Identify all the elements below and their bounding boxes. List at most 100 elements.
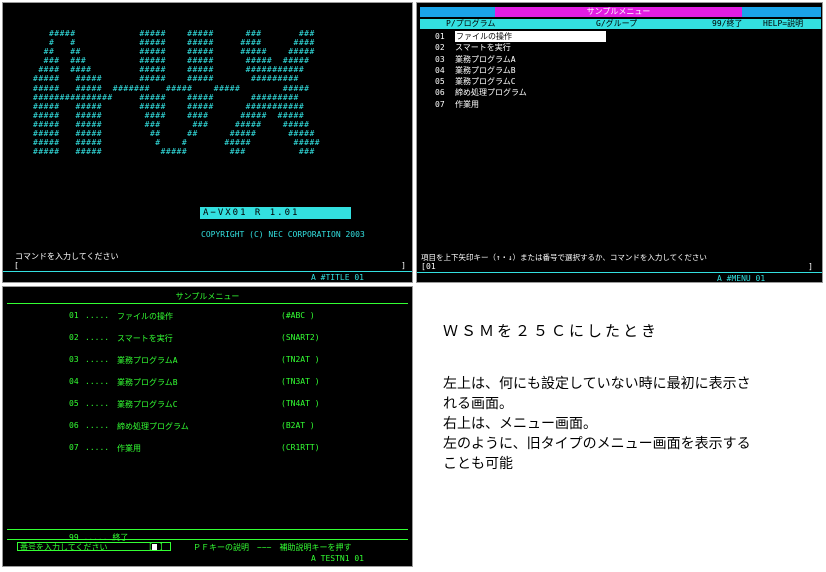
legacy-item-dots: ..... [85,421,110,430]
menu-title-bar: サンプルメニュー [420,7,821,17]
logo-line: ## ## ##### ##### ##### ##### [33,47,315,57]
menu-item[interactable]: 01 ファイルの操作 [435,31,606,43]
legacy-item-label: 作業用 [117,444,141,453]
menu-item-label: スマートを実行 [455,43,511,53]
note-body: 左上は、何にも設定していない時に最初に表示さ れる画面。 右上は、メニュー画面。 左の… [443,374,813,474]
legacy-menu-title: サンプルメニュー [175,292,240,301]
menu-item-label: 締め処理プログラム [455,88,527,98]
number-input-label: 番号を入力してください [20,543,108,552]
number-input-field[interactable]: 番号を入力してください [ ] [17,542,171,552]
title-divider [7,303,408,304]
legacy-item-label: 業務プログラムA [117,356,178,365]
legacy-item-label: ファイルの操作 [117,312,173,321]
logo-line: ##### ##### #### #### ##### ##### [33,110,305,120]
logo-line: ##### ##### ##### ### ### [33,29,315,38]
command-input-line[interactable]: [ ] [14,261,406,271]
status-divider [3,271,412,272]
legacy-item-dots: ..... [85,333,110,342]
header-program[interactable]: P/プログラム [446,19,495,29]
menu-item-number: 03 [435,54,445,64]
logo-line: ### ### ##### ##### ##### ##### [33,56,310,66]
cursor [152,544,157,550]
menu-item-label: ファイルの操作 [455,31,606,43]
menu-item[interactable]: 03 業務プログラムA [435,54,606,65]
exit-divider-top [7,529,408,530]
logo-line: ##### ##### ####### ##### ##### ##### [33,83,310,93]
menu-item[interactable]: 06 締め処理プログラム [435,87,606,98]
legacy-item-number: 06 [69,421,79,430]
legacy-item-dots: ..... [85,355,110,364]
legacy-menu-item[interactable]: 03..... 業務プログラムA (TN2AT ) [69,355,320,377]
menu-item-number: 02 [435,43,445,53]
menu-item[interactable]: 05 業務プログラムC [435,76,606,87]
command-input-left-bracket: [ [14,261,19,270]
legacy-item-code: (CR1RTT) [281,443,320,452]
legacy-item-label: 締め処理プログラム [117,422,189,431]
pf-key-hint: ＰＦキーの説明 −−− 補助説明キーを押す [193,543,352,552]
menu-item-number: 04 [435,65,445,75]
legacy-item-number: 02 [69,333,79,342]
logo-line: ##### ##### ### ### ##### ##### [33,119,310,129]
legacy-item-number: 05 [69,399,79,408]
legacy-item-dots: ..... [85,377,110,386]
legacy-menu-list: 01..... ファイルの操作 (#ABC ) 02..... スマートを実行 (SNAR… [69,311,320,465]
logo-line: # # ##### ##### #### #### [33,38,315,48]
note-line: ことも可能 [443,456,513,472]
logo-line: #### #### ##### ##### ########### [33,65,305,75]
header-group[interactable]: G/グループ [596,19,637,29]
menu-item-number: 05 [435,77,445,87]
menu-item-number: 07 [435,99,445,109]
header-help[interactable]: HELP=説明 [763,19,803,29]
version-banner: A−VX01 R 1.01 [200,207,351,219]
status-divider [417,272,822,273]
logo-line: ############### ##### ##### ######### [33,92,299,102]
menu-input-right-bracket: ] [808,262,813,271]
legacy-item-number: 04 [69,377,79,386]
legacy-menu-item[interactable]: 04..... 業務プログラムB (TN3AT ) [69,377,320,399]
note-line: 左上は、何にも設定していない時に最初に表示さ [443,376,751,392]
menu-title: サンプルメニュー [495,7,742,17]
legacy-menu-screen: サンプルメニュー 01..... ファイルの操作 (#ABC ) 02..... スマー… [2,286,413,567]
legacy-item-code: (TN3AT ) [281,377,320,386]
legacy-item-number: 01 [69,311,79,320]
header-exit[interactable]: 99/終了 [712,19,742,29]
menu-header-bar: P/プログラム G/グループ 99/終了 HELP=説明 [420,19,821,29]
legacy-menu-item[interactable]: 01..... ファイルの操作 (#ABC ) [69,311,315,333]
legacy-menu-item[interactable]: 06..... 締め処理プログラム (B2AT ) [69,421,315,443]
logo-line: ##### ##### ## ## ##### ##### [33,129,315,139]
legacy-item-number: 07 [69,443,79,452]
logo-line: ##### ##### # # ##### ##### [33,138,321,148]
legacy-item-dots: ..... [85,443,110,452]
legacy-item-dots: ..... [85,399,110,408]
legacy-item-code: (TN2AT ) [281,355,320,364]
logo-line: ##### ##### ##### ##### ########### [33,101,305,111]
note-line: 右上は、メニュー画面。 [443,416,597,432]
number-input-right-bracket: ] [159,542,164,551]
menu-item[interactable]: 02 スマートを実行 [435,42,606,53]
menu-input-line[interactable]: [ 01 ] [421,262,813,272]
menu-item[interactable]: 04 業務プログラムB [435,65,606,76]
legacy-item-code: (B2AT ) [281,421,315,430]
menu-item-label: 業務プログラムA [455,54,516,64]
legacy-item-label: 業務プログラムB [117,378,178,387]
command-input-right-bracket: ] [401,261,406,270]
menu-item-label: 業務プログラムC [455,77,516,87]
menu-item-label: 業務プログラムB [455,65,516,75]
copyright-text: COPYRIGHT (C) NEC CORPORATION 2003 [201,230,365,239]
menu-item-number: 01 [435,32,445,41]
menu-list: 01 ファイルの操作 02 スマートを実行 03 業務プログラムA 04 業務プログラムB 05… [435,31,606,110]
menu-screen: サンプルメニュー P/プログラム G/グループ 99/終了 HELP=説明 01… [416,2,823,283]
logo-line: ##### ##### ##### ### ### [33,147,315,157]
avx-ascii-logo: ##### ##### ##### ### ### # # ##### ####… [33,29,320,156]
exit-divider-bottom [7,539,408,540]
legacy-item-code: (SNART2) [281,333,320,342]
legacy-menu-item[interactable]: 02..... スマートを実行 (SNART2) [69,333,320,355]
logo-line: ##### ##### ##### ##### ######### [33,74,299,84]
menu-input-value[interactable]: 01 [426,262,436,271]
legacy-menu-item[interactable]: 05..... 業務プログラムC (TN4AT ) [69,399,320,421]
note-line: 左のように、旧タイプのメニュー画面を表示する [443,436,751,452]
legacy-menu-item[interactable]: 07..... 作業用 (CR1RTT) [69,443,320,465]
menu-item[interactable]: 07 作業用 [435,99,606,110]
legacy-item-code: (TN4AT ) [281,399,320,408]
screen-id: A TESTN1 01 [311,554,364,563]
